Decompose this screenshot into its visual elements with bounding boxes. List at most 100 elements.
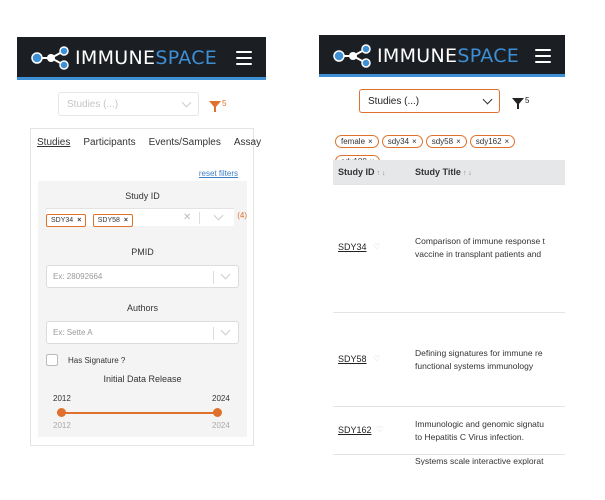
- study-title-line: to Hepatitis C Virus infection.: [415, 432, 524, 442]
- study-title: Immunologic and genomic signatu to Hepati…: [415, 418, 565, 444]
- remove-tag-icon[interactable]: ×: [124, 217, 128, 224]
- study-tag: SDY34 ×: [46, 214, 87, 227]
- app-header: IMMUNESPACE: [319, 35, 565, 77]
- initial-release-label: Initial Data Release: [103, 374, 182, 384]
- table-row: SDY34 ♡ Comparison of immune response t v…: [333, 184, 565, 312]
- favorite-heart-icon[interactable]: ♡: [373, 242, 380, 251]
- immunespace-logo[interactable]: IMMUNESPACE: [31, 45, 217, 71]
- study-title-line: functional systems immunology: [415, 361, 534, 371]
- column-header-label: Study Title: [415, 167, 461, 177]
- filter-chip-label: sdy162: [475, 137, 502, 146]
- tab-participants[interactable]: Participants: [83, 137, 135, 148]
- has-signature-label: Has Signature ?: [68, 356, 126, 365]
- study-id-label: Study ID: [125, 191, 160, 201]
- study-tag: SDY58 ×: [92, 214, 134, 227]
- remove-tag-icon[interactable]: ×: [77, 217, 81, 224]
- filter-tabs: Studies Participants Events/Samples Assa…: [37, 137, 266, 148]
- clear-selection-icon[interactable]: ✕: [183, 212, 191, 223]
- slider-max-handle[interactable]: [213, 408, 222, 417]
- column-header-label: Study ID: [338, 167, 375, 177]
- chevron-down-icon[interactable]: [220, 269, 231, 280]
- chevron-down-icon: [181, 97, 192, 108]
- filter-chip-label: female: [341, 137, 366, 146]
- study-id-count: (4): [237, 211, 247, 220]
- filter-toggle[interactable]: 5: [512, 96, 530, 109]
- filter-chip-label: sdy58: [431, 137, 454, 146]
- app-header: IMMUNESPACE: [17, 37, 266, 80]
- study-title: Comparison of immune response t vaccine i…: [415, 235, 565, 261]
- pmid-placeholder: Ex: 28092664: [53, 272, 103, 281]
- hamburger-menu-icon[interactable]: [535, 49, 551, 63]
- filter-count-badge: 5: [222, 99, 227, 108]
- brand-text: IMMUNESPACE: [75, 47, 217, 69]
- studies-select[interactable]: Studies (...): [58, 92, 199, 116]
- tab-studies[interactable]: Studies: [37, 137, 70, 148]
- table-row: SDY58 ♡ Defining signatures for immune r…: [333, 312, 565, 406]
- left-phone-screen: IMMUNESPACE Studies (...) 5 Studies Part…: [17, 37, 266, 457]
- brand-space: SPACE: [457, 45, 520, 67]
- hamburger-menu-icon[interactable]: [236, 51, 252, 65]
- remove-chip-icon[interactable]: ×: [456, 137, 461, 146]
- divider: [199, 212, 200, 224]
- chevron-down-icon[interactable]: [220, 325, 231, 336]
- table-header: Study ID ↑ ↓ Study Title ↑ ↓: [333, 160, 565, 184]
- brand-text: IMMUNESPACE: [377, 45, 519, 67]
- filter-panel: Studies Participants Events/Samples Assa…: [30, 128, 261, 446]
- slider-max-value: 2024: [212, 394, 230, 403]
- tab-events-samples[interactable]: Events/Samples: [149, 137, 221, 148]
- study-title-line: Immunologic and genomic signatu: [415, 419, 544, 429]
- divider: [213, 327, 214, 340]
- chevron-down-icon: [482, 94, 493, 105]
- study-id-link[interactable]: SDY58: [338, 354, 367, 364]
- favorite-heart-icon[interactable]: ♡: [376, 425, 383, 434]
- pmid-label: PMID: [131, 247, 154, 257]
- study-title: Systems scale interactive explorat: [415, 455, 565, 465]
- studies-select[interactable]: Studies (...): [359, 89, 500, 113]
- filter-fields: Study ID SDY34 × SDY58 × ✕ (4) PMID Ex: 28…: [38, 181, 247, 437]
- filter-chip: sdy34 ×: [381, 135, 423, 148]
- pmid-input[interactable]: Ex: 28092664: [46, 265, 239, 288]
- immunespace-logo[interactable]: IMMUNESPACE: [333, 43, 519, 69]
- study-tag-label: SDY58: [97, 217, 120, 224]
- right-phone-screen: IMMUNESPACE Studies (...) 5 female × sdy34…: [319, 35, 565, 465]
- study-id-link[interactable]: SDY34: [338, 242, 367, 252]
- authors-label: Authors: [126, 303, 159, 313]
- study-tag-label: SDY34: [51, 217, 74, 224]
- remove-chip-icon[interactable]: ×: [368, 137, 373, 146]
- study-id-link[interactable]: SDY162: [338, 425, 372, 435]
- table-row: SDY162 ♡ Immunologic and genomic signatu…: [333, 406, 565, 454]
- column-header-study-title[interactable]: Study Title ↑ ↓: [415, 167, 472, 177]
- divider: [213, 271, 214, 284]
- study-title-line: Defining signatures for immune re: [415, 348, 543, 358]
- sort-icon[interactable]: ↑ ↓: [463, 170, 472, 177]
- study-title: Defining signatures for immune re functio…: [415, 347, 565, 373]
- study-id-multiselect[interactable]: SDY34 × SDY58 × ✕: [46, 208, 234, 227]
- filter-funnel-icon: [512, 98, 524, 109]
- filter-chip: sdy162 ×: [469, 135, 516, 148]
- reset-filters-link[interactable]: reset filters: [199, 169, 238, 178]
- favorite-heart-icon[interactable]: ♡: [373, 354, 380, 363]
- column-header-study-id[interactable]: Study ID ↑ ↓: [338, 167, 385, 177]
- slider-min-handle[interactable]: [57, 408, 66, 417]
- release-slider-track[interactable]: [57, 412, 215, 414]
- authors-placeholder: Ex: Sette A: [53, 328, 93, 337]
- chevron-down-icon[interactable]: [213, 210, 224, 221]
- has-signature-checkbox[interactable]: [46, 354, 58, 366]
- filter-toggle[interactable]: 5: [209, 99, 227, 112]
- sort-asc-icon[interactable]: ↑ ↓: [377, 170, 386, 177]
- slider-min-value: 2012: [53, 394, 71, 403]
- table-row: Systems scale interactive explorat: [333, 454, 565, 465]
- study-title-line: Systems scale interactive explorat: [415, 456, 544, 465]
- slider-max-label: 2024: [212, 421, 230, 430]
- studies-select-label: Studies (...): [368, 96, 420, 107]
- authors-input[interactable]: Ex: Sette A: [46, 321, 239, 344]
- studies-select-label: Studies (...): [67, 99, 119, 110]
- remove-chip-icon[interactable]: ×: [412, 137, 417, 146]
- study-title-line: Comparison of immune response t: [415, 236, 545, 246]
- molecule-logo-icon: [333, 44, 371, 68]
- filter-chip: sdy58 ×: [425, 135, 467, 148]
- filter-count-badge: 5: [525, 96, 530, 105]
- remove-chip-icon[interactable]: ×: [505, 137, 510, 146]
- tab-assay[interactable]: Assay: [234, 137, 261, 148]
- brand-immune: IMMUNE: [377, 45, 458, 67]
